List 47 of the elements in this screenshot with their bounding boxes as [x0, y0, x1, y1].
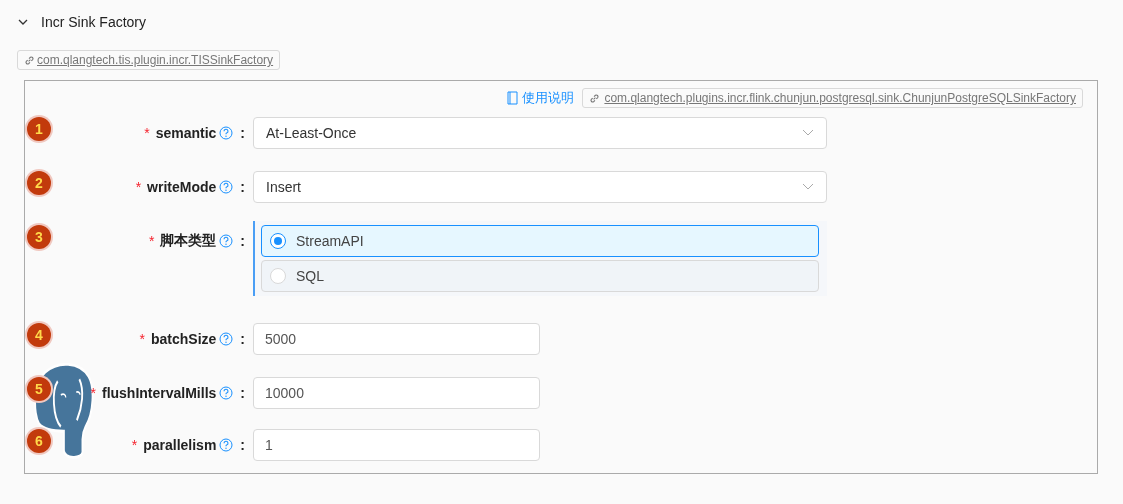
radio-option[interactable]: StreamAPI — [261, 225, 819, 257]
help-icon[interactable] — [219, 386, 234, 400]
plugin-link[interactable]: com.qlangtech.tis.plugin.incr.TISSinkFactory — [17, 50, 281, 70]
step-number: 3 — [27, 225, 51, 249]
colon: : — [240, 179, 245, 195]
colon: : — [240, 233, 245, 249]
step-number: 6 — [27, 429, 51, 453]
colon: : — [240, 385, 245, 401]
field-label: 脚本类型 — [160, 232, 217, 250]
input-field[interactable]: 5000 — [253, 323, 540, 355]
required-mark: * — [131, 437, 138, 453]
required-mark: * — [90, 385, 96, 401]
colon: : — [240, 437, 245, 453]
dropdown[interactable]: Insert — [253, 171, 827, 203]
input-field[interactable]: 10000 — [253, 377, 540, 409]
colon: : — [240, 125, 245, 141]
radio-icon — [270, 233, 286, 249]
link-icon — [24, 54, 35, 66]
caret-icon — [802, 129, 814, 137]
radio-option[interactable]: SQL — [261, 260, 819, 292]
field-label: writeMode — [147, 179, 217, 195]
section-title: Incr Sink Factory — [41, 14, 147, 30]
help-icon[interactable] — [219, 332, 234, 346]
help-icon[interactable] — [219, 234, 234, 248]
link-icon — [589, 92, 601, 104]
field-label: semantic — [155, 125, 217, 141]
required-mark: * — [148, 233, 155, 249]
document-icon — [507, 91, 519, 105]
field-label: flushIntervalMills — [101, 385, 217, 401]
dropdown[interactable]: At-Least-Once — [253, 117, 827, 149]
step-number: 1 — [27, 117, 51, 141]
required-mark: * — [144, 125, 150, 141]
required-mark: * — [139, 331, 145, 347]
help-icon[interactable] — [219, 180, 234, 194]
implementation-link[interactable]: com.qlangtech.plugins.incr.flink.chunjun.postgresql.sink.ChunjunPostgreSQLSinkFactory — [582, 88, 1083, 108]
required-mark: * — [135, 179, 142, 195]
step-number: 4 — [27, 323, 51, 347]
input-field[interactable]: 1 — [253, 429, 540, 461]
field-label: parallelism — [143, 437, 217, 453]
field-label: batchSize — [150, 331, 217, 347]
caret-icon — [802, 183, 814, 191]
help-icon[interactable] — [219, 438, 234, 452]
radio-icon — [270, 268, 286, 284]
step-number: 5 — [27, 377, 51, 401]
step-number: 2 — [27, 171, 51, 195]
colon: : — [240, 331, 245, 347]
help-icon[interactable] — [219, 126, 234, 140]
